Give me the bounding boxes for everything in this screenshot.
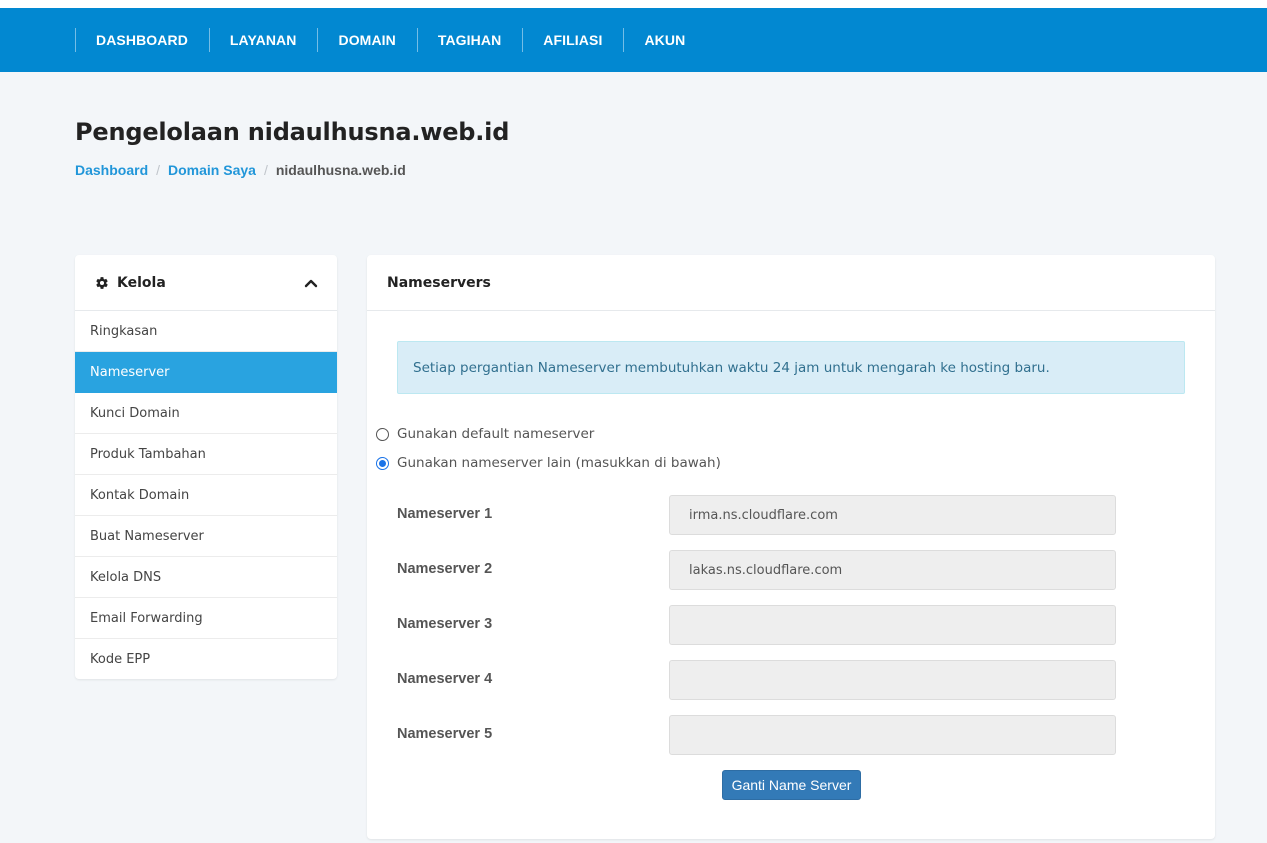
top-navbar: DASHBOARD LAYANAN DOMAIN TAGIHAN AFILIAS… [0,8,1267,72]
nameserver-5-input[interactable] [669,715,1116,755]
panel-title: Nameservers [367,255,1215,311]
sidebar-item-kontak-domain[interactable]: Kontak Domain [75,475,337,516]
breadcrumb-domain-saya-link[interactable]: Domain Saya [168,162,256,178]
sidebar-item-ringkasan[interactable]: Ringkasan [75,311,337,352]
sidebar-item-kunci-domain[interactable]: Kunci Domain [75,393,337,434]
radio-default-nameserver[interactable]: Gunakan default nameserver [376,426,594,442]
sidebar-panel: Kelola Ringkasan Nameserver Kunci Domain… [75,255,337,679]
radio-button[interactable] [376,456,389,470]
nameservers-panel: Nameservers Setiap pergantian Nameserver… [367,255,1215,839]
breadcrumb-current: nidaulhusna.web.id [275,162,406,178]
sidebar-item-nameserver[interactable]: Nameserver [75,352,337,393]
page-title: Pengelolaan nidaulhusna.web.id [75,118,510,146]
sidebar-item-kelola-dns[interactable]: Kelola DNS [75,557,337,598]
breadcrumb-dashboard-link[interactable]: Dashboard [75,162,148,178]
chevron-up-icon[interactable] [304,278,318,288]
sidebar-item-produk-tambahan[interactable]: Produk Tambahan [75,434,337,475]
sidebar-item-buat-nameserver[interactable]: Buat Nameserver [75,516,337,557]
sidebar-header-left: Kelola [95,275,166,291]
info-alert: Setiap pergantian Nameserver membutuhkan… [397,341,1185,394]
breadcrumb-separator: / [263,162,268,178]
nameserver-1-label: Nameserver 1 [397,506,493,522]
nameserver-3-label: Nameserver 3 [397,616,493,632]
radio-label: Gunakan nameserver lain (masukkan di baw… [397,455,721,471]
nameserver-2-label: Nameserver 2 [397,561,493,577]
nameserver-4-label: Nameserver 4 [397,671,493,687]
nameserver-3-input[interactable] [669,605,1116,645]
radio-button[interactable] [376,427,389,441]
nav-domain[interactable]: DOMAIN [317,28,416,52]
radio-label: Gunakan default nameserver [397,426,595,442]
sidebar-title: Kelola [117,274,166,291]
nameserver-1-input[interactable] [669,495,1116,535]
nameserver-2-input[interactable] [669,550,1116,590]
nav-list: DASHBOARD LAYANAN DOMAIN TAGIHAN AFILIAS… [75,8,706,72]
breadcrumb: Dashboard / Domain Saya / nidaulhusna.we… [75,162,406,178]
sidebar-header-toggle[interactable]: Kelola [75,255,337,311]
nav-afiliasi[interactable]: AFILIASI [522,28,623,52]
nav-tagihan[interactable]: TAGIHAN [416,28,522,52]
sidebar-item-email-forwarding[interactable]: Email Forwarding [75,598,337,639]
breadcrumb-separator: / [156,162,161,178]
radio-custom-nameserver[interactable]: Gunakan nameserver lain (masukkan di baw… [376,455,721,471]
change-nameserver-button[interactable]: Ganti Name Server [722,770,861,800]
top-strip [0,0,1267,8]
nameserver-4-input[interactable] [669,660,1116,700]
sidebar-menu: Ringkasan Nameserver Kunci Domain Produk… [75,311,337,679]
gear-icon [95,276,109,290]
nav-akun[interactable]: AKUN [623,28,706,52]
nameserver-5-label: Nameserver 5 [397,726,493,742]
sidebar-item-kode-epp[interactable]: Kode EPP [75,639,337,679]
nav-layanan[interactable]: LAYANAN [208,28,318,52]
nav-dashboard[interactable]: DASHBOARD [75,28,209,52]
